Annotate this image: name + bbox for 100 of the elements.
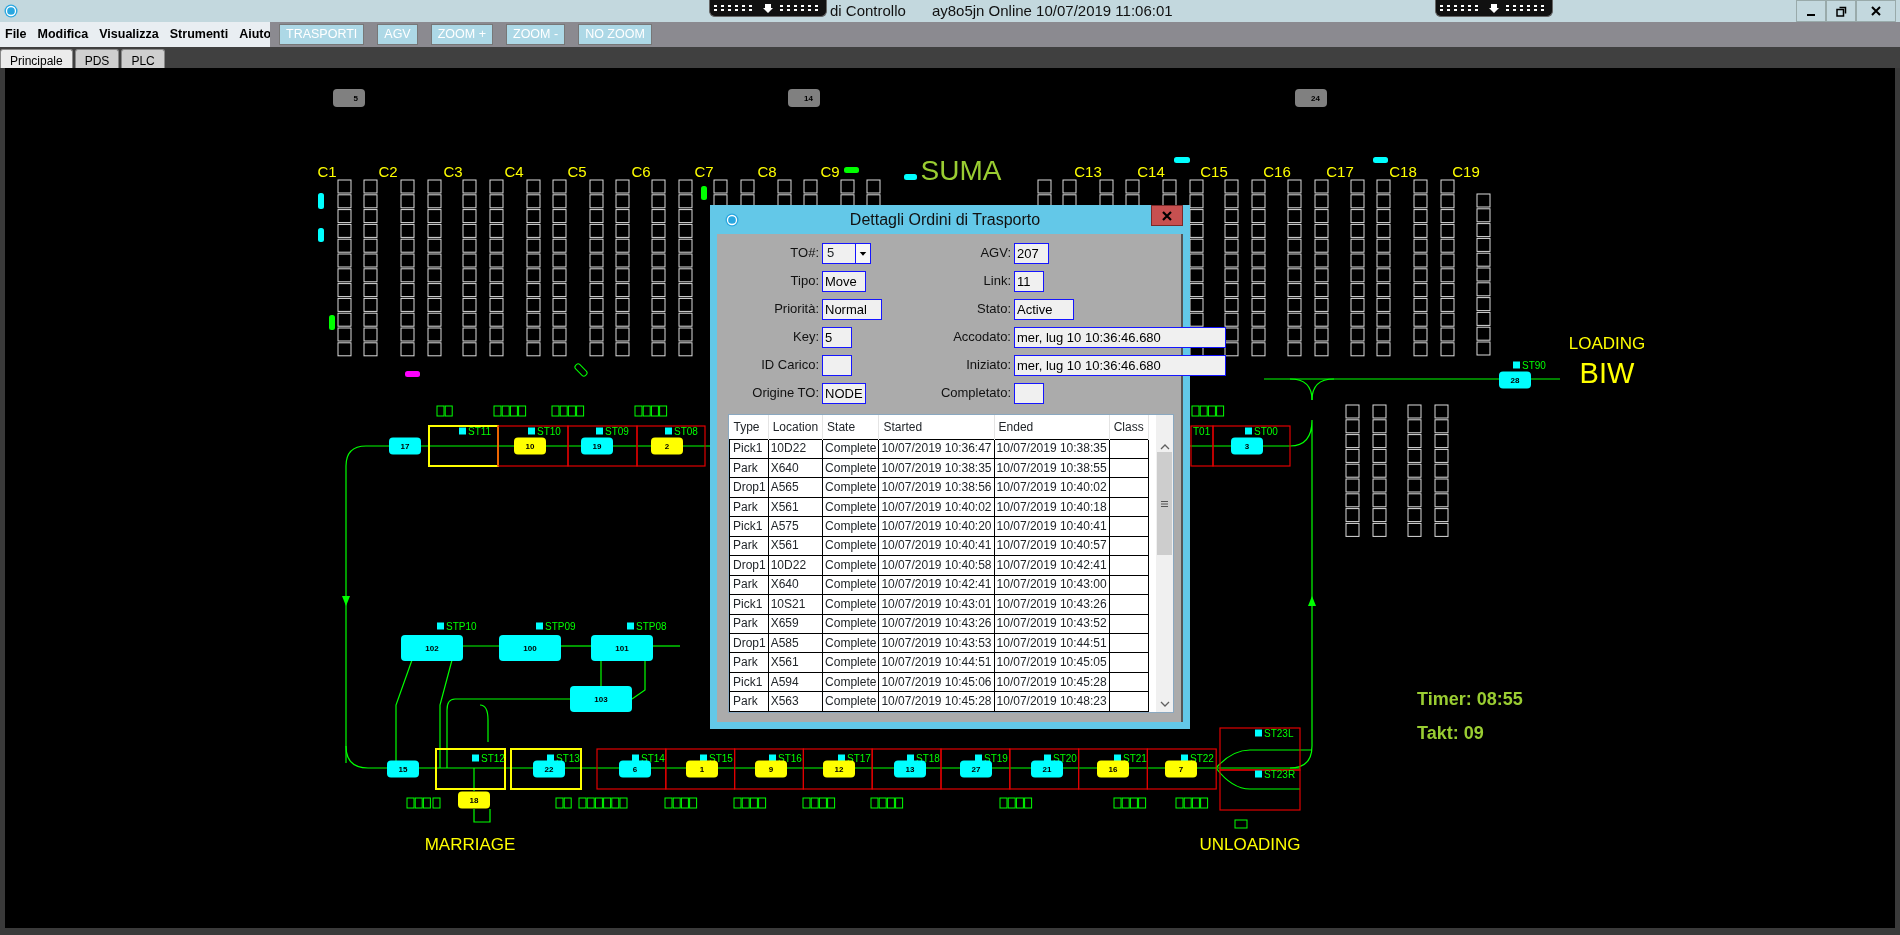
table-cell: X659 [768, 614, 823, 634]
station-label: ST90 [1522, 359, 1546, 371]
table-cell: Drop1 [729, 633, 769, 653]
vehicle-marker [318, 228, 324, 242]
table-cell: Park [729, 614, 769, 634]
menu-item[interactable]: Strumenti [169, 25, 229, 44]
table-cell: A565 [768, 477, 823, 498]
column-label: C4 [504, 163, 524, 180]
text-field[interactable]: Normal [822, 299, 883, 320]
station-marker-icon [459, 427, 466, 435]
station-marker-icon [536, 622, 543, 630]
column-header[interactable]: Started [878, 415, 995, 439]
tab[interactable]: PLC [121, 49, 165, 68]
restore-button[interactable] [1826, 0, 1856, 22]
station-marker-icon [907, 754, 914, 762]
station-zone [435, 748, 506, 790]
table-cell: A585 [768, 633, 823, 653]
minimize-button[interactable] [1796, 0, 1826, 22]
badge-number: 5 [353, 94, 358, 103]
column-header[interactable]: State [822, 415, 879, 439]
menu-item[interactable]: File [5, 25, 27, 44]
text-field[interactable] [1014, 383, 1044, 404]
text-field[interactable]: mer, lug 10 10:36:46.680 [1014, 327, 1226, 348]
column-label: C6 [631, 163, 651, 180]
text-field[interactable]: mer, lug 10 10:36:46.680 [1014, 355, 1226, 376]
vehicle-marker [318, 193, 324, 209]
station-marker-icon [596, 427, 603, 435]
column-label: C5 [567, 163, 587, 180]
station-marker-icon [1114, 754, 1121, 762]
close-icon [1162, 210, 1172, 221]
table-cell: Complete [822, 691, 879, 712]
scroll-up-icon [1159, 443, 1170, 450]
agv-number: 19 [592, 442, 602, 451]
tab[interactable]: Principale [0, 49, 73, 68]
table-cell: Pick1 [729, 439, 769, 459]
table-cell: 10/07/2019 10:38:35 [994, 439, 1110, 459]
sensor-markers [493, 405, 527, 417]
column-header[interactable]: Location [768, 415, 823, 439]
station-label: T01 [1193, 425, 1211, 437]
agv-number: 2 [664, 442, 670, 451]
field-label: Iniziato: [965, 356, 1011, 375]
column-label: C16 [1263, 163, 1291, 180]
table-cell: 10/07/2019 10:44:51 [878, 653, 995, 673]
table-cell: 10/07/2019 10:36:47 [878, 439, 995, 459]
text-field[interactable]: 11 [1014, 271, 1044, 292]
station-label: STP10 [446, 620, 477, 632]
station-marker-icon [1255, 770, 1262, 778]
grip-icon [1161, 500, 1168, 507]
remote-connection-bar[interactable] [709, 0, 827, 17]
column-header[interactable]: Type [729, 415, 769, 439]
restore-icon [1835, 5, 1847, 17]
table-cell: Complete [822, 477, 879, 498]
sensor-markers [733, 797, 767, 809]
vehicle-marker [405, 371, 420, 377]
station-label: ST20 [1053, 752, 1077, 764]
menu-item[interactable]: Modifica [37, 25, 89, 44]
station-marker-icon [472, 754, 479, 762]
agv-number: 1 [699, 765, 705, 774]
text-field[interactable]: 207 [1014, 243, 1050, 264]
app-logo-icon [725, 212, 739, 227]
text-field[interactable]: 5 [822, 327, 852, 348]
station-label: ST10 [537, 425, 561, 437]
table-cell: Complete [822, 633, 879, 653]
field-label: AGV: [979, 244, 1011, 263]
text-field[interactable]: Active [1014, 299, 1075, 320]
table-cell: Park [729, 691, 769, 712]
dropdown-field[interactable]: 5 [822, 242, 871, 264]
agv-number: 18 [469, 796, 479, 805]
tab[interactable]: PDS [74, 49, 120, 68]
table-cell: Pick1 [729, 594, 769, 615]
station-marker-icon [769, 754, 776, 762]
station-marker-icon [1245, 427, 1252, 435]
connection-status: ay8o5jn Online 10/07/2019 11:06:01 [931, 0, 1173, 21]
scrollbar[interactable] [1156, 439, 1173, 712]
table-cell: Complete [822, 497, 879, 517]
text-field[interactable]: Move [822, 271, 866, 292]
table-cell: Complete [822, 653, 879, 673]
station-label: ST23L [1264, 727, 1294, 739]
column-header[interactable]: Ended [994, 415, 1110, 439]
column-header[interactable]: Class [1109, 415, 1149, 439]
close-button[interactable] [1856, 0, 1896, 22]
scrollbar-thumb[interactable] [1157, 452, 1172, 555]
field-label: Key: [792, 328, 819, 347]
table-cell: 10/07/2019 10:44:51 [994, 633, 1110, 653]
table-cell: 10S21 [768, 594, 823, 615]
remote-connection-bar[interactable] [1435, 0, 1553, 17]
down-arrow-icon [1489, 3, 1499, 13]
station-marker-icon [547, 754, 554, 762]
table-cell: Pick1 [729, 516, 769, 537]
text-field[interactable] [822, 355, 852, 376]
menu-item[interactable]: Aiuto [239, 25, 272, 44]
area-label: SUMA [920, 155, 1002, 186]
sensor-markers [999, 797, 1033, 809]
table-cell: 10/07/2019 10:43:26 [878, 614, 995, 634]
station-zone [665, 748, 736, 790]
table-cell: 10D22 [768, 555, 823, 576]
caret-icon [855, 243, 870, 263]
menu-item[interactable]: Visualizza [99, 25, 159, 44]
text-field[interactable]: NODE [822, 383, 866, 404]
table-cell: Complete [822, 555, 879, 576]
